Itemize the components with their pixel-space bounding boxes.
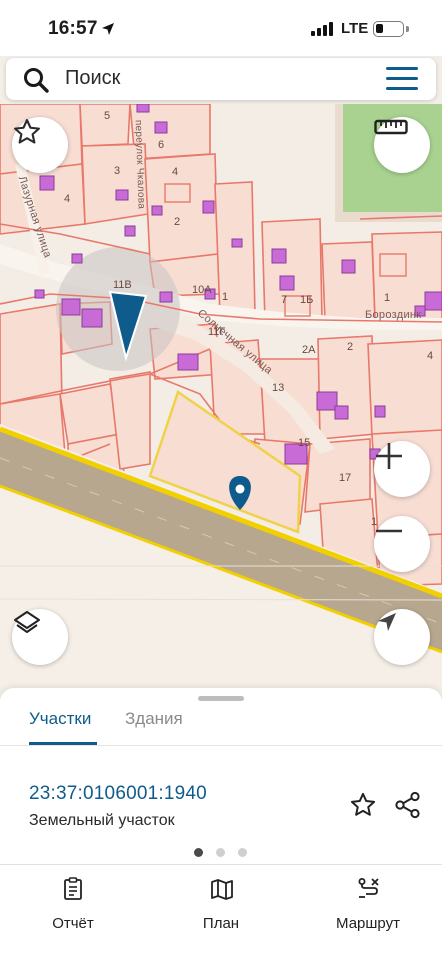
house-number: 2 — [174, 216, 181, 228]
house-number: 3 — [114, 165, 121, 177]
status-time: 16:57 — [48, 18, 98, 39]
plus-icon — [376, 443, 402, 469]
search-bar[interactable]: Поиск — [6, 58, 436, 100]
battery-tip — [406, 26, 409, 32]
nav-route-label: Маршрут — [336, 915, 400, 932]
search-input[interactable]: Поиск — [65, 67, 120, 90]
pager-dot — [216, 848, 225, 857]
house-number: 4 — [427, 350, 434, 362]
cadastral-map[interactable]: 5 6 3 4 4 2 11В 10А 1 7 1Б 1 11Г 2А 2 4 … — [0, 104, 442, 688]
nav-plan[interactable]: План — [166, 875, 276, 935]
network-type: LTE — [341, 20, 369, 37]
sheet-drag-handle[interactable] — [198, 696, 244, 701]
pager-dot-active — [194, 848, 203, 857]
bottom-navigation: Отчёт План Маршрут — [0, 864, 442, 960]
nav-plan-label: План — [202, 915, 240, 932]
share-icon[interactable] — [394, 791, 422, 819]
house-number: 2 — [347, 341, 354, 353]
house-number: 2А — [302, 344, 316, 356]
house-number: 1 — [384, 292, 391, 304]
nav-route[interactable]: Маршрут — [313, 875, 423, 935]
search-icon[interactable] — [22, 66, 50, 94]
zoom-out-button[interactable] — [374, 516, 430, 572]
report-icon — [64, 877, 82, 900]
house-number: 1Б — [300, 294, 314, 306]
ruler-icon — [374, 119, 408, 135]
nav-report-label: Отчёт — [52, 915, 94, 932]
parcel-info-sheet[interactable]: Участки Здания 23:37:0106001:1940 Земель… — [0, 688, 442, 864]
house-number: 5 — [104, 110, 111, 122]
nav-report[interactable]: Отчёт — [18, 875, 128, 935]
house-number: 17 — [339, 472, 352, 484]
house-number: 4 — [64, 193, 71, 205]
tab-buildings[interactable]: Здания — [125, 709, 183, 729]
pager-dot — [238, 848, 247, 857]
favorite-button[interactable] — [12, 117, 68, 173]
star-outline-icon — [14, 119, 40, 144]
locate-me-button[interactable] — [374, 609, 430, 665]
location-arrow-icon — [102, 23, 114, 35]
house-number: 1 — [222, 291, 229, 303]
house-number: 6 — [158, 139, 165, 151]
map-canvas[interactable] — [0, 104, 442, 688]
house-number: 13 — [272, 382, 285, 394]
house-number: 4 — [172, 166, 179, 178]
hamburger-menu-icon[interactable] — [386, 67, 418, 91]
cadastral-number[interactable]: 23:37:0106001:1940 — [29, 783, 207, 805]
house-number: 15 — [298, 437, 311, 449]
zoom-in-button[interactable] — [374, 441, 430, 497]
house-number: 11В — [113, 279, 132, 291]
parcel-type: Земельный участок — [29, 812, 175, 829]
layers-icon — [14, 611, 40, 633]
navigation-arrow-icon — [378, 613, 396, 631]
map-plan-icon — [211, 879, 233, 900]
status-bar: 16:57 LTE — [0, 0, 442, 56]
tabs-divider — [0, 745, 442, 746]
minus-icon — [376, 529, 402, 533]
ruler-button[interactable] — [374, 117, 430, 173]
tab-parcels[interactable]: Участки — [29, 709, 91, 729]
route-icon — [358, 878, 379, 898]
street-label: Бороздинк — [365, 309, 422, 321]
house-number: 7 — [281, 294, 288, 306]
house-number: 10А — [192, 284, 212, 296]
signal-icon — [311, 22, 335, 36]
battery-icon — [373, 21, 404, 37]
star-outline-icon[interactable] — [349, 791, 377, 819]
layers-button[interactable] — [12, 609, 68, 665]
